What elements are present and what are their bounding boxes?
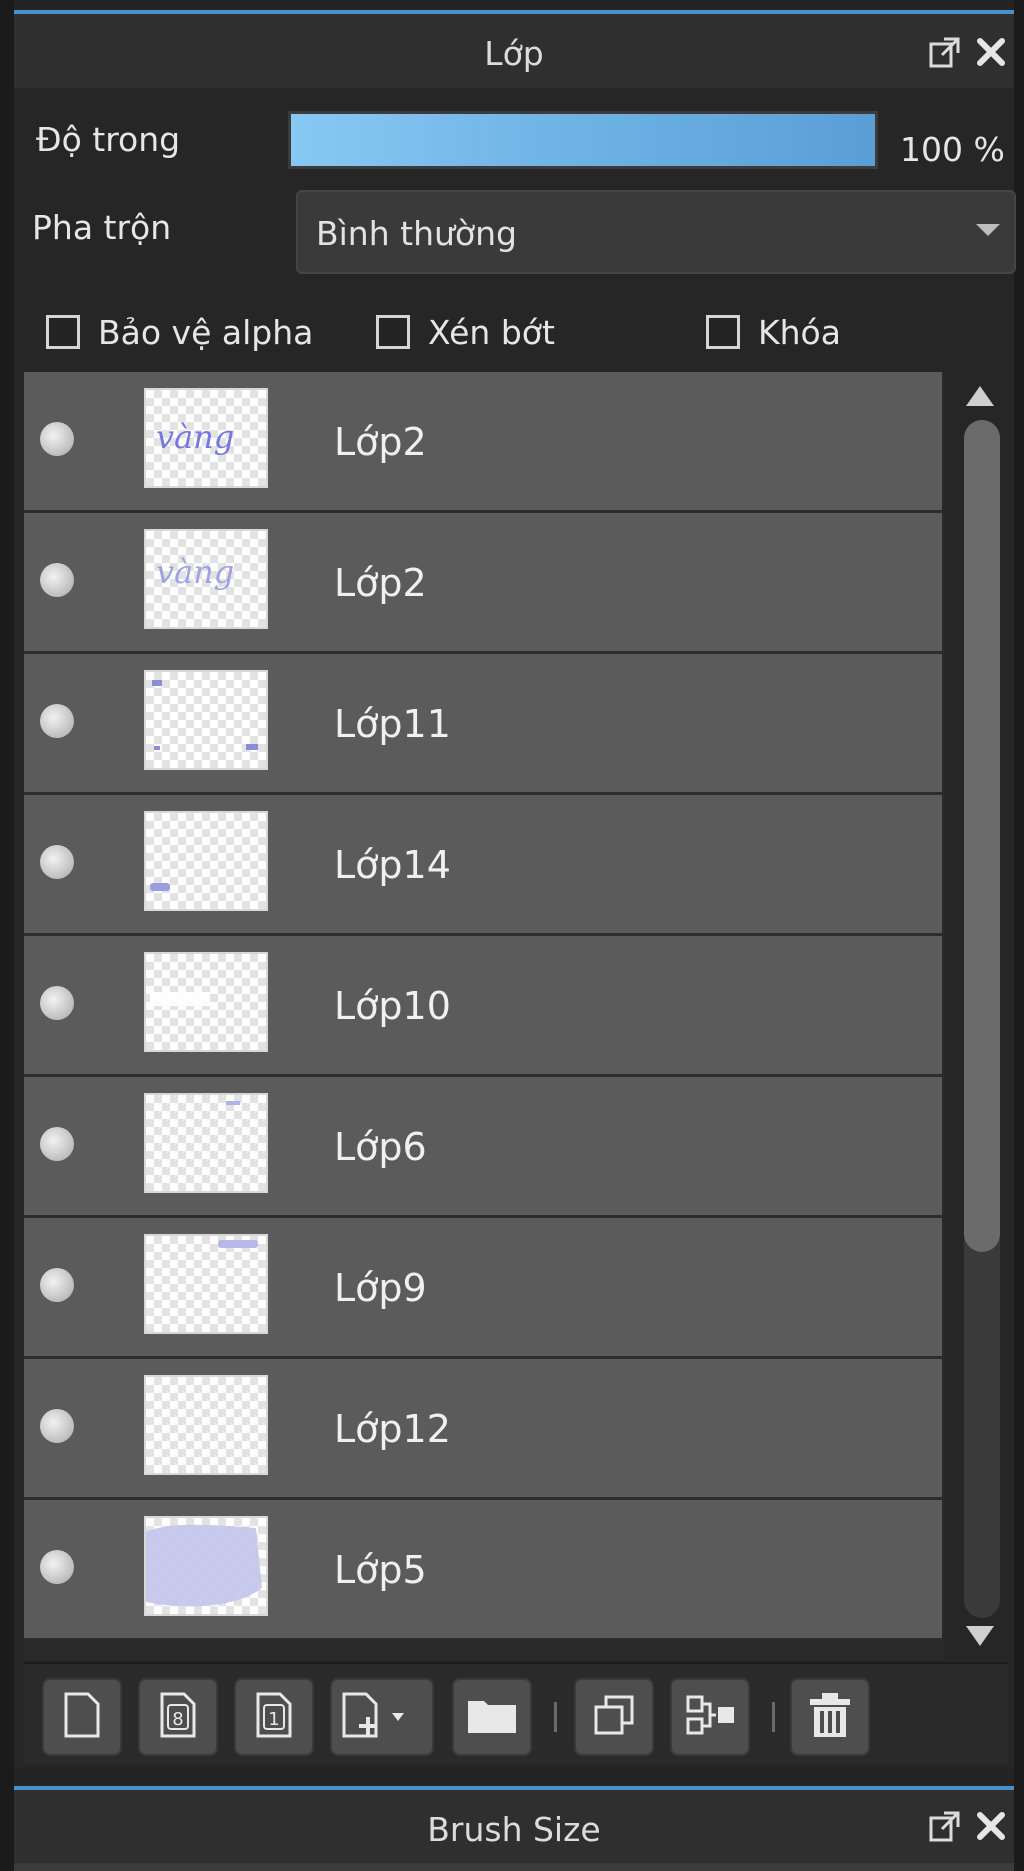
layer-row[interactable]: Lớp14 — [24, 795, 942, 936]
layer-thumbnail — [144, 811, 268, 911]
layer-row[interactable]: Lớp6 — [24, 1077, 942, 1218]
layers-panel: Lớp Độ trong 100 % Pha trộn Bình thường … — [14, 10, 1016, 1768]
layer-name: Lớp10 — [334, 984, 451, 1028]
visibility-toggle[interactable] — [40, 1550, 74, 1584]
layer-name: Lớp12 — [334, 1407, 451, 1451]
opacity-slider[interactable] — [288, 111, 878, 169]
layer-name: Lớp2 — [334, 561, 427, 605]
layer-thumbnail — [144, 952, 268, 1052]
visibility-toggle[interactable] — [40, 704, 74, 738]
layer-name: Lớp9 — [334, 1266, 427, 1310]
opacity-value: 100 % — [900, 130, 1005, 169]
close-icon[interactable] — [968, 32, 1014, 72]
layers-panel-title-icons — [922, 32, 1014, 72]
brush-size-strip — [14, 1863, 1014, 1871]
checkbox-box[interactable] — [376, 315, 410, 349]
layer-list: vàng Lớp2 vàng Lớp2 Lớp11 Lớp14 Lớp10 Lớ… — [24, 372, 944, 1660]
left-edge — [0, 0, 14, 1871]
checkbox-label: Xén bớt — [428, 312, 555, 352]
layer-thumbnail — [144, 670, 268, 770]
brush-size-title-icons — [922, 1806, 1014, 1846]
layer-name: Lớp5 — [334, 1548, 427, 1592]
visibility-toggle[interactable] — [40, 1127, 74, 1161]
brush-size-panel: Brush Size — [14, 1786, 1014, 1871]
add-layer-menu-icon — [340, 1691, 424, 1743]
layer-thumbnail: vàng — [144, 529, 268, 629]
svg-text:8: 8 — [172, 1709, 183, 1730]
blend-mode-value: Bình thường — [316, 214, 517, 253]
scroll-thumb[interactable] — [964, 420, 1000, 1252]
layer-name: Lớp6 — [334, 1125, 427, 1169]
layer-name: Lớp11 — [334, 702, 451, 746]
new-8bit-layer-icon: 8 — [158, 1691, 198, 1743]
blend-mode-label: Pha trộn — [32, 208, 172, 247]
scroll-track[interactable] — [964, 420, 1000, 1618]
toolbar-separator — [772, 1702, 775, 1732]
layer-thumbnail — [144, 1375, 268, 1475]
visibility-toggle[interactable] — [40, 986, 74, 1020]
duplicate-layer-button[interactable] — [574, 1678, 654, 1756]
scroll-down-arrow-icon[interactable] — [966, 1626, 994, 1646]
layers-panel-title: Lớp — [484, 34, 544, 73]
merge-down-button[interactable] — [670, 1678, 750, 1756]
thumb-text: vàng — [156, 418, 234, 456]
protect-alpha-checkbox[interactable]: Bảo vệ alpha — [46, 310, 313, 354]
delete-layer-button[interactable] — [790, 1678, 870, 1756]
checkbox-box[interactable] — [706, 315, 740, 349]
layer-row[interactable]: vàng Lớp2 — [24, 372, 942, 513]
duplicate-layer-icon — [592, 1693, 636, 1741]
layer-thumbnail: vàng — [144, 388, 268, 488]
popout-icon[interactable] — [922, 32, 968, 72]
lock-checkbox[interactable]: Khóa — [706, 310, 841, 354]
svg-text:1: 1 — [268, 1709, 279, 1730]
layer-row[interactable]: Lớp5 — [24, 1500, 942, 1641]
layer-toolbar: 8 1 — [24, 1662, 1008, 1764]
app-window: Lớp Độ trong 100 % Pha trộn Bình thường … — [0, 0, 1024, 1871]
visibility-toggle[interactable] — [40, 845, 74, 879]
layer-row[interactable]: Lớp12 — [24, 1359, 942, 1500]
clipping-checkbox[interactable]: Xén bớt — [376, 310, 555, 354]
checkbox-label: Khóa — [758, 312, 841, 352]
thumb-text: vàng — [156, 553, 234, 591]
popout-icon[interactable] — [922, 1806, 968, 1846]
checkbox-label: Bảo vệ alpha — [98, 312, 314, 352]
right-edge — [1014, 0, 1024, 1871]
layer-name: Lớp14 — [334, 843, 451, 887]
new-layer-icon — [62, 1691, 102, 1743]
new-folder-button[interactable] — [452, 1678, 532, 1756]
layer-thumbnail — [144, 1093, 268, 1193]
visibility-toggle[interactable] — [40, 1268, 74, 1302]
delete-layer-icon — [808, 1691, 852, 1743]
layer-thumbnail — [144, 1234, 268, 1334]
new-1bit-layer-icon: 1 — [254, 1691, 294, 1743]
merge-down-icon — [684, 1693, 736, 1741]
chevron-down-icon — [976, 224, 1000, 236]
toolbar-separator — [554, 1702, 557, 1732]
visibility-toggle[interactable] — [40, 1409, 74, 1443]
new-layer-button[interactable] — [42, 1678, 122, 1756]
layer-row[interactable]: vàng Lớp2 — [24, 513, 942, 654]
new-8bit-layer-button[interactable]: 8 — [138, 1678, 218, 1756]
new-1bit-layer-button[interactable]: 1 — [234, 1678, 314, 1756]
brush-size-panel-title: Brush Size — [427, 1810, 601, 1849]
close-icon[interactable] — [968, 1806, 1014, 1846]
blend-mode-select[interactable]: Bình thường — [296, 190, 1016, 274]
scroll-up-arrow-icon[interactable] — [966, 386, 994, 406]
layer-row[interactable]: Lớp9 — [24, 1218, 942, 1359]
add-layer-menu-button[interactable] — [330, 1678, 434, 1756]
layer-list-scrollbar[interactable] — [950, 372, 1008, 1660]
new-folder-icon — [466, 1695, 518, 1739]
checkbox-box[interactable] — [46, 315, 80, 349]
layer-row[interactable]: Lớp11 — [24, 654, 942, 795]
layer-name: Lớp2 — [334, 420, 427, 464]
opacity-label: Độ trong — [36, 120, 181, 159]
layers-panel-titlebar: Lớp — [14, 10, 1014, 88]
layer-thumbnail — [144, 1516, 268, 1616]
visibility-toggle[interactable] — [40, 422, 74, 456]
layer-row[interactable]: Lớp10 — [24, 936, 942, 1077]
visibility-toggle[interactable] — [40, 563, 74, 597]
